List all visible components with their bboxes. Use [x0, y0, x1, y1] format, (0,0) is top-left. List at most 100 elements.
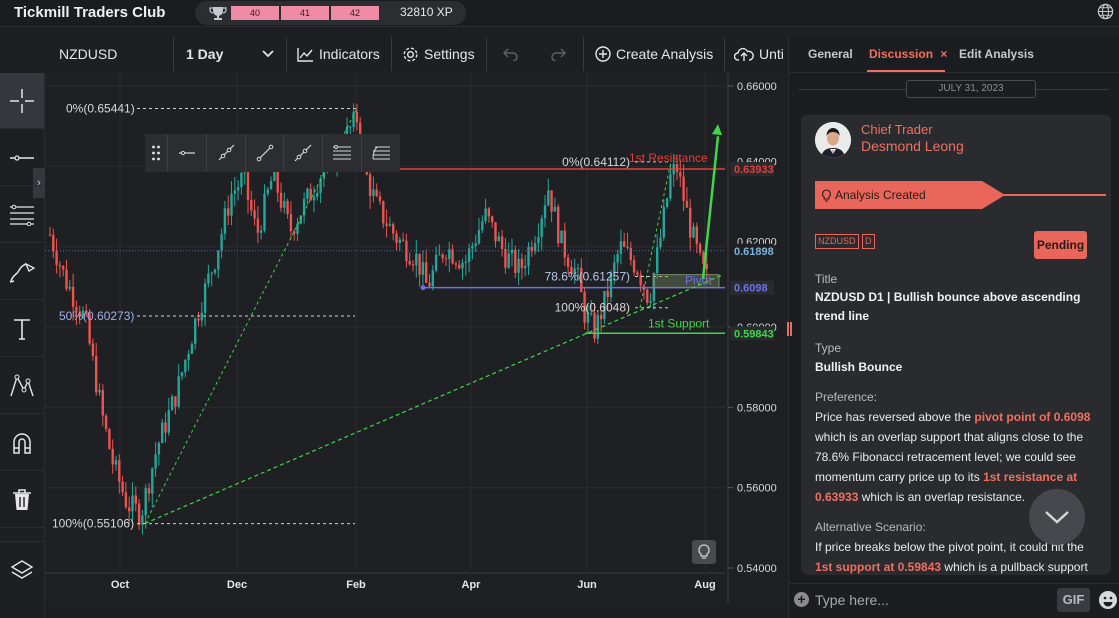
candle-body [372, 189, 375, 197]
undo-icon [503, 48, 518, 61]
parallel-channel-icon[interactable] [322, 134, 361, 172]
candle-body [487, 208, 491, 217]
scroll-down-button[interactable] [1029, 489, 1085, 545]
candle-body [243, 172, 246, 174]
fib-retracement-icon[interactable] [361, 134, 400, 172]
layers-tool[interactable] [0, 541, 44, 597]
candle-body [128, 507, 131, 512]
symbol-tag: NZDUSD [815, 234, 859, 249]
idea-button[interactable] [692, 540, 716, 564]
candle-body [137, 503, 141, 525]
layers-icon [10, 559, 34, 579]
emoji-icon[interactable] [1098, 590, 1118, 610]
fib-b-label-100: 100%(0.6048) [555, 301, 630, 315]
candle-body [227, 208, 230, 216]
candle-body [157, 442, 161, 455]
candle-body [289, 214, 293, 232]
candle-body [520, 258, 524, 269]
plus-icon[interactable]: + [794, 592, 809, 607]
price-tick-label: 0.56000 [737, 483, 777, 495]
candle-body [537, 237, 540, 244]
ray-line-icon[interactable] [205, 134, 245, 172]
time-tick-label: Feb [346, 579, 366, 591]
candle-body [355, 111, 359, 123]
upload-button[interactable]: Unti [734, 35, 784, 73]
candle-body [286, 201, 289, 215]
fib-tool[interactable] [0, 187, 44, 243]
delete-tool[interactable] [0, 472, 44, 528]
price-tick-label: 0.58000 [737, 402, 777, 414]
tab-edit-analysis[interactable]: Edit Analysis [959, 47, 1034, 61]
magnet-icon [13, 432, 31, 454]
extended-line-icon[interactable] [283, 134, 322, 172]
indicators-button[interactable]: Indicators [297, 35, 380, 73]
price-tag-label: 0.61898 [734, 246, 774, 258]
analysis-created-banner: Analysis Created [815, 181, 1005, 209]
candle-body [623, 241, 626, 247]
drawing-tools-sidebar: › [0, 73, 45, 618]
banner-line [1001, 194, 1106, 196]
candle-body [283, 201, 286, 208]
unti-label: Unti [759, 46, 784, 62]
candle-body [220, 233, 223, 251]
candle-body [510, 250, 514, 254]
time-tick-label: Dec [227, 579, 247, 591]
drag-handle-icon[interactable] [145, 134, 167, 172]
settings-button[interactable]: Settings [402, 35, 475, 73]
candle-body [533, 243, 537, 252]
brush-tool[interactable] [0, 244, 44, 300]
candle-body [170, 396, 174, 411]
horizontal-line-icon[interactable] [166, 134, 206, 172]
candle-body [385, 223, 388, 226]
candle-body [692, 226, 695, 238]
candle-body [626, 246, 629, 249]
price-tick-label: 0.66000 [737, 81, 777, 93]
time-tick-label: Oct [111, 579, 130, 591]
timeframe-dropdown[interactable]: 1 Day [186, 35, 278, 73]
settings-label: Settings [424, 46, 475, 62]
candle-body [147, 488, 151, 494]
tab-discussion[interactable]: Discussion × [869, 47, 947, 61]
candle-body [484, 208, 487, 222]
message-input[interactable] [815, 589, 1045, 611]
toolbar-divider [173, 37, 174, 71]
trend-line-icon[interactable] [244, 134, 284, 172]
lightbulb-icon [698, 544, 710, 559]
candle-body [134, 495, 137, 504]
candle-body [474, 243, 477, 246]
globe-icon[interactable] [1097, 3, 1114, 20]
candle-body [606, 290, 609, 298]
candle-body [309, 188, 312, 201]
xp-level-40: 40 [231, 6, 279, 20]
support-label: 1st Support [648, 316, 710, 330]
crosshair-tool[interactable] [0, 73, 44, 129]
close-icon[interactable]: × [940, 47, 947, 61]
chart-toolbar: NZDUSD 1 Day Indicators Settings Create … [45, 35, 787, 73]
candle-body [121, 481, 124, 493]
candle-body [629, 248, 632, 261]
tab-general[interactable]: General [808, 47, 853, 61]
magnet-tool[interactable] [0, 415, 44, 471]
candle-body [431, 270, 434, 287]
fib-b-label-786: 78.6%(0.61257) [545, 270, 630, 284]
candle-body [441, 254, 444, 259]
candle-body [547, 190, 550, 206]
gif-button[interactable]: GIF [1057, 588, 1090, 612]
redo-button[interactable] [550, 35, 571, 73]
candle-body [428, 282, 431, 287]
horizontal-line-tool[interactable] [0, 130, 44, 186]
author-name[interactable]: Desmond Leong [861, 138, 964, 154]
candle-body [71, 286, 75, 307]
candle-body [223, 208, 227, 234]
panel-resize-handle[interactable] [787, 322, 792, 336]
candle-body [167, 410, 170, 433]
candle-body [194, 318, 197, 344]
candle-body [477, 230, 481, 244]
create-analysis-button[interactable]: Create Analysis [595, 35, 713, 73]
symbol-selector[interactable]: NZDUSD [59, 35, 117, 73]
text-tool[interactable] [0, 301, 44, 357]
candle-body [401, 239, 405, 241]
pattern-tool[interactable] [0, 358, 44, 414]
candle-body [230, 193, 233, 216]
undo-button[interactable] [503, 35, 524, 73]
